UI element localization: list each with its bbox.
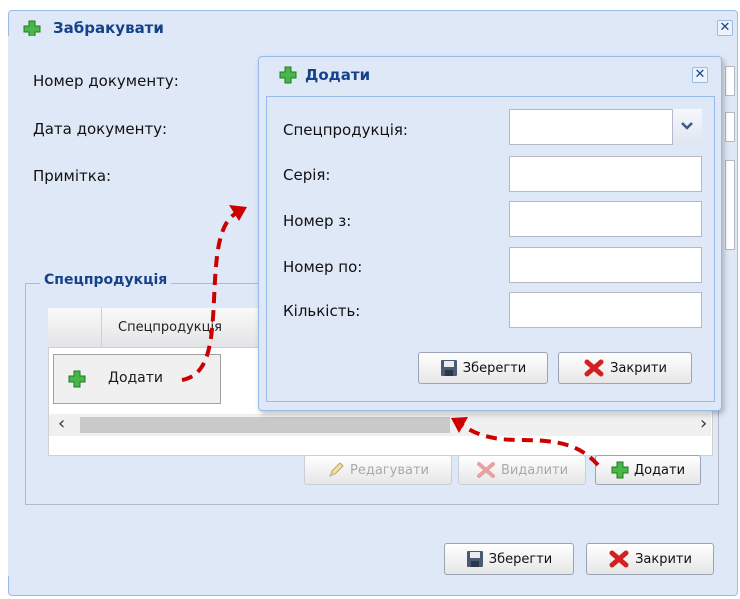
outer-close-icon[interactable]: ✕ — [717, 20, 733, 36]
quantity-label: Кількість: — [283, 302, 361, 320]
scroll-right-icon[interactable]: › — [700, 413, 707, 434]
dialog-save-button-label: Зберегти — [462, 360, 527, 376]
plus-icon — [279, 66, 297, 84]
dialog-save-button[interactable]: Зберегти — [418, 352, 548, 384]
add-dialog-close-icon[interactable]: ✕ — [692, 67, 708, 83]
plus-icon — [68, 370, 86, 388]
delete-button[interactable]: Видалити — [458, 455, 586, 485]
doc-number-label: Номер документу: — [33, 72, 179, 90]
grid-hscroll-thumb[interactable] — [80, 417, 450, 433]
outer-window-title: Забракувати — [53, 19, 164, 37]
outer-save-button[interactable]: Зберегти — [444, 543, 574, 575]
grid-column-product[interactable]: Спецпродукція — [118, 320, 222, 335]
add-dialog-title: Додати — [305, 66, 371, 84]
number-from-label: Номер з: — [283, 212, 352, 230]
number-to-label: Номер по: — [283, 258, 363, 276]
number-to-field[interactable] — [509, 247, 702, 283]
fieldset-title: Спецпродукція — [40, 272, 172, 288]
series-field[interactable] — [509, 156, 702, 192]
edit-button[interactable]: Редагувати — [304, 455, 452, 485]
chevron-down-icon — [681, 122, 693, 130]
edit-button-label: Редагувати — [350, 462, 429, 478]
doc-date-label: Дата документу: — [33, 120, 168, 138]
plus-icon — [611, 461, 629, 479]
cross-icon — [584, 359, 604, 377]
grid-add-button[interactable]: Додати — [595, 455, 701, 485]
dialog-close-button-label: Закрити — [610, 360, 667, 376]
cross-icon — [476, 462, 495, 478]
dialog-close-button[interactable]: Закрити — [558, 352, 692, 384]
pencil-icon — [329, 462, 344, 477]
grid-add-button-label: Додати — [633, 462, 686, 478]
delete-button-label: Видалити — [500, 462, 569, 478]
note-label: Примітка: — [33, 167, 112, 185]
scroll-left-icon[interactable]: ‹ — [58, 413, 65, 434]
cross-icon — [609, 550, 629, 568]
quantity-field[interactable] — [509, 292, 702, 328]
series-label: Серія: — [283, 166, 331, 184]
doc-number-field[interactable] — [725, 66, 735, 96]
outer-close-button[interactable]: Закрити — [586, 543, 714, 575]
save-icon — [440, 360, 457, 376]
note-field[interactable] — [725, 160, 735, 250]
outer-save-button-label: Зберегти — [488, 551, 553, 567]
grid-header-separator — [101, 308, 102, 348]
doc-date-field[interactable] — [725, 112, 735, 142]
context-menu-add-label: Додати — [108, 370, 164, 386]
product-label: Спецпродукція: — [283, 121, 408, 139]
number-from-field[interactable] — [509, 201, 702, 237]
outer-close-button-label: Закрити — [635, 551, 692, 567]
save-icon — [466, 551, 483, 567]
